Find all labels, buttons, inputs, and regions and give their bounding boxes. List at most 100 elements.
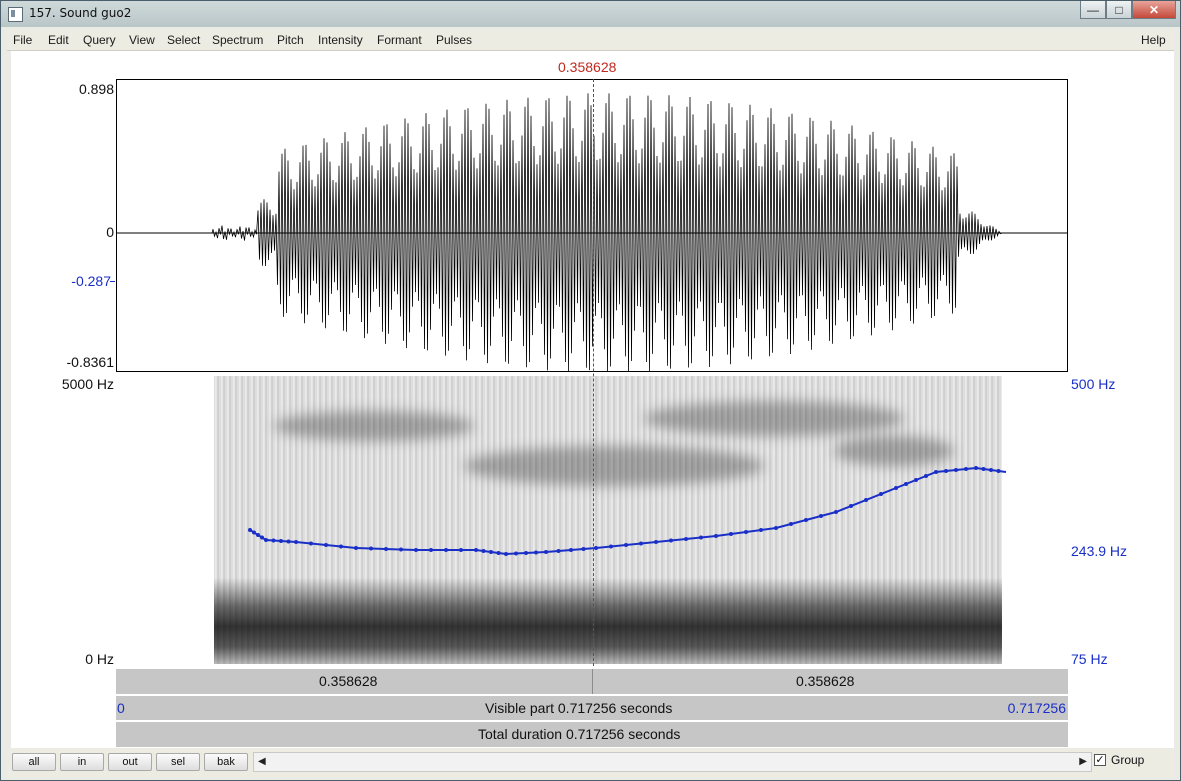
editor-canvas[interactable]: 0.358628 0.898 0 -0.287 -0.8361 5000 Hz …	[11, 51, 1174, 748]
menu-pulses[interactable]: Pulses	[436, 33, 472, 47]
waveform-panel[interactable]	[116, 79, 1068, 372]
group-checkbox[interactable]: ✓	[1094, 754, 1106, 766]
pitch-point	[879, 492, 883, 496]
menu-help[interactable]: Help	[1141, 33, 1166, 47]
group-toggle[interactable]: ✓ Group	[1094, 753, 1144, 767]
pitch-point	[264, 538, 268, 542]
waveform-svg	[117, 93, 1067, 371]
selection-time-bar[interactable]: 0.358628 0.358628	[116, 668, 1068, 694]
pitch-point	[714, 534, 718, 538]
pitch-point	[279, 539, 283, 543]
pitch-point	[914, 478, 918, 482]
pitch-contour	[249, 466, 1007, 556]
title-bar[interactable]: 157. Sound guo2 — □ ✕	[1, 1, 1180, 27]
pitch-point	[894, 486, 898, 490]
pitch-point	[474, 548, 478, 552]
pitch-point	[654, 540, 658, 544]
scroll-left-icon[interactable]: ◀	[258, 756, 266, 767]
spectrogram-panel[interactable]	[116, 372, 1068, 666]
waveform-y-zero: 0	[106, 224, 114, 240]
menu-formant[interactable]: Formant	[377, 33, 422, 47]
total-duration-bar[interactable]: Total duration 0.717256 seconds	[116, 721, 1068, 747]
pitch-points	[248, 466, 1001, 556]
menu-spectrum[interactable]: Spectrum	[212, 33, 263, 47]
pitch-point	[309, 541, 313, 546]
pitch-point	[496, 551, 501, 555]
close-icon: ✕	[1148, 2, 1160, 17]
pitch-point	[669, 538, 673, 543]
pitch-point	[260, 535, 264, 540]
time-scrollbar[interactable]: ◀ ▶	[253, 752, 1092, 772]
window-app-icon	[8, 7, 23, 22]
pitch-point	[294, 540, 298, 544]
menu-file[interactable]: File	[13, 33, 32, 47]
zoom-out-button[interactable]: out	[108, 753, 152, 771]
close-button[interactable]: ✕	[1132, 1, 1176, 19]
pitch-point	[544, 550, 548, 554]
pitch-point	[524, 551, 528, 555]
pitch-point	[904, 482, 908, 486]
zoom-in-button[interactable]: in	[60, 753, 104, 771]
visible-end: 0.717256	[1007, 700, 1066, 716]
minimize-button[interactable]: —	[1080, 1, 1106, 19]
zoom-back-button[interactable]: bak	[204, 753, 248, 771]
waveform-y-max: 0.898	[78, 81, 114, 97]
time-bar-left[interactable]: 0.358628	[319, 673, 377, 689]
pitch-point	[624, 543, 628, 547]
pitch-point	[324, 543, 328, 547]
group-label: Group	[1111, 753, 1145, 767]
total-duration-label: Total duration 0.717256 seconds	[478, 726, 681, 742]
menu-query[interactable]: Query	[83, 33, 116, 47]
visible-part-bar[interactable]: 0 Visible part 0.717256 seconds 0.717256	[116, 695, 1068, 720]
pitch-point	[384, 547, 388, 551]
waveform-trace	[117, 93, 1067, 371]
visible-part-label: Visible part 0.717256 seconds	[485, 700, 673, 716]
pitch-point	[354, 546, 358, 550]
pitch-point	[639, 541, 643, 546]
cursor-time-label: 0.358628	[558, 59, 617, 75]
pitch-axis-min: 75 Hz	[1071, 651, 1108, 667]
pitch-point	[834, 510, 838, 514]
menu-bar: File Edit Query View Select Spectrum Pit…	[7, 30, 1174, 51]
pitch-point	[556, 549, 561, 553]
pitch-axis-cursor: 243.9 Hz	[1071, 543, 1128, 559]
pitch-point	[789, 522, 793, 526]
pitch-point	[248, 528, 252, 532]
pitch-axis-max: 500 Hz	[1071, 376, 1116, 392]
pitch-point	[699, 535, 703, 540]
pitch-point	[996, 469, 1001, 473]
pitch-point	[339, 544, 343, 549]
pitch-point	[504, 552, 508, 556]
pitch-point	[286, 539, 291, 544]
pitch-point	[459, 548, 463, 552]
menu-intensity[interactable]: Intensity	[318, 33, 363, 47]
zoom-all-button[interactable]: all	[12, 753, 56, 771]
time-bar-right[interactable]: 0.358628	[796, 673, 854, 689]
time-bar-divider	[592, 669, 593, 694]
pitch-point	[849, 504, 853, 508]
pitch-point	[964, 467, 968, 471]
pitch-overlay	[248, 466, 1007, 556]
pitch-point	[684, 537, 688, 541]
maximize-button[interactable]: □	[1106, 1, 1132, 19]
menu-pitch[interactable]: Pitch	[277, 33, 304, 47]
bottom-toolbar: all in out sel bak ◀ ▶ ✓ Group	[7, 749, 1174, 777]
pitch-point	[581, 547, 586, 551]
waveform-cursor-tick	[110, 281, 115, 282]
menu-view[interactable]: View	[129, 33, 155, 47]
menu-edit[interactable]: Edit	[48, 33, 69, 47]
spectrogram-freq-max: 5000 Hz	[61, 376, 114, 392]
pitch-point	[369, 546, 373, 551]
pitch-point	[414, 548, 418, 552]
scroll-right-icon[interactable]: ▶	[1079, 756, 1087, 767]
pitch-point	[429, 548, 433, 552]
zoom-sel-button[interactable]: sel	[156, 753, 200, 771]
pitch-point	[271, 538, 276, 543]
pitch-point	[924, 474, 928, 478]
menu-select[interactable]: Select	[167, 33, 200, 47]
pitch-point	[729, 532, 733, 536]
pitch-point	[819, 514, 823, 518]
pitch-point	[399, 547, 403, 552]
pitch-point	[974, 466, 978, 470]
pitch-point	[569, 548, 573, 552]
